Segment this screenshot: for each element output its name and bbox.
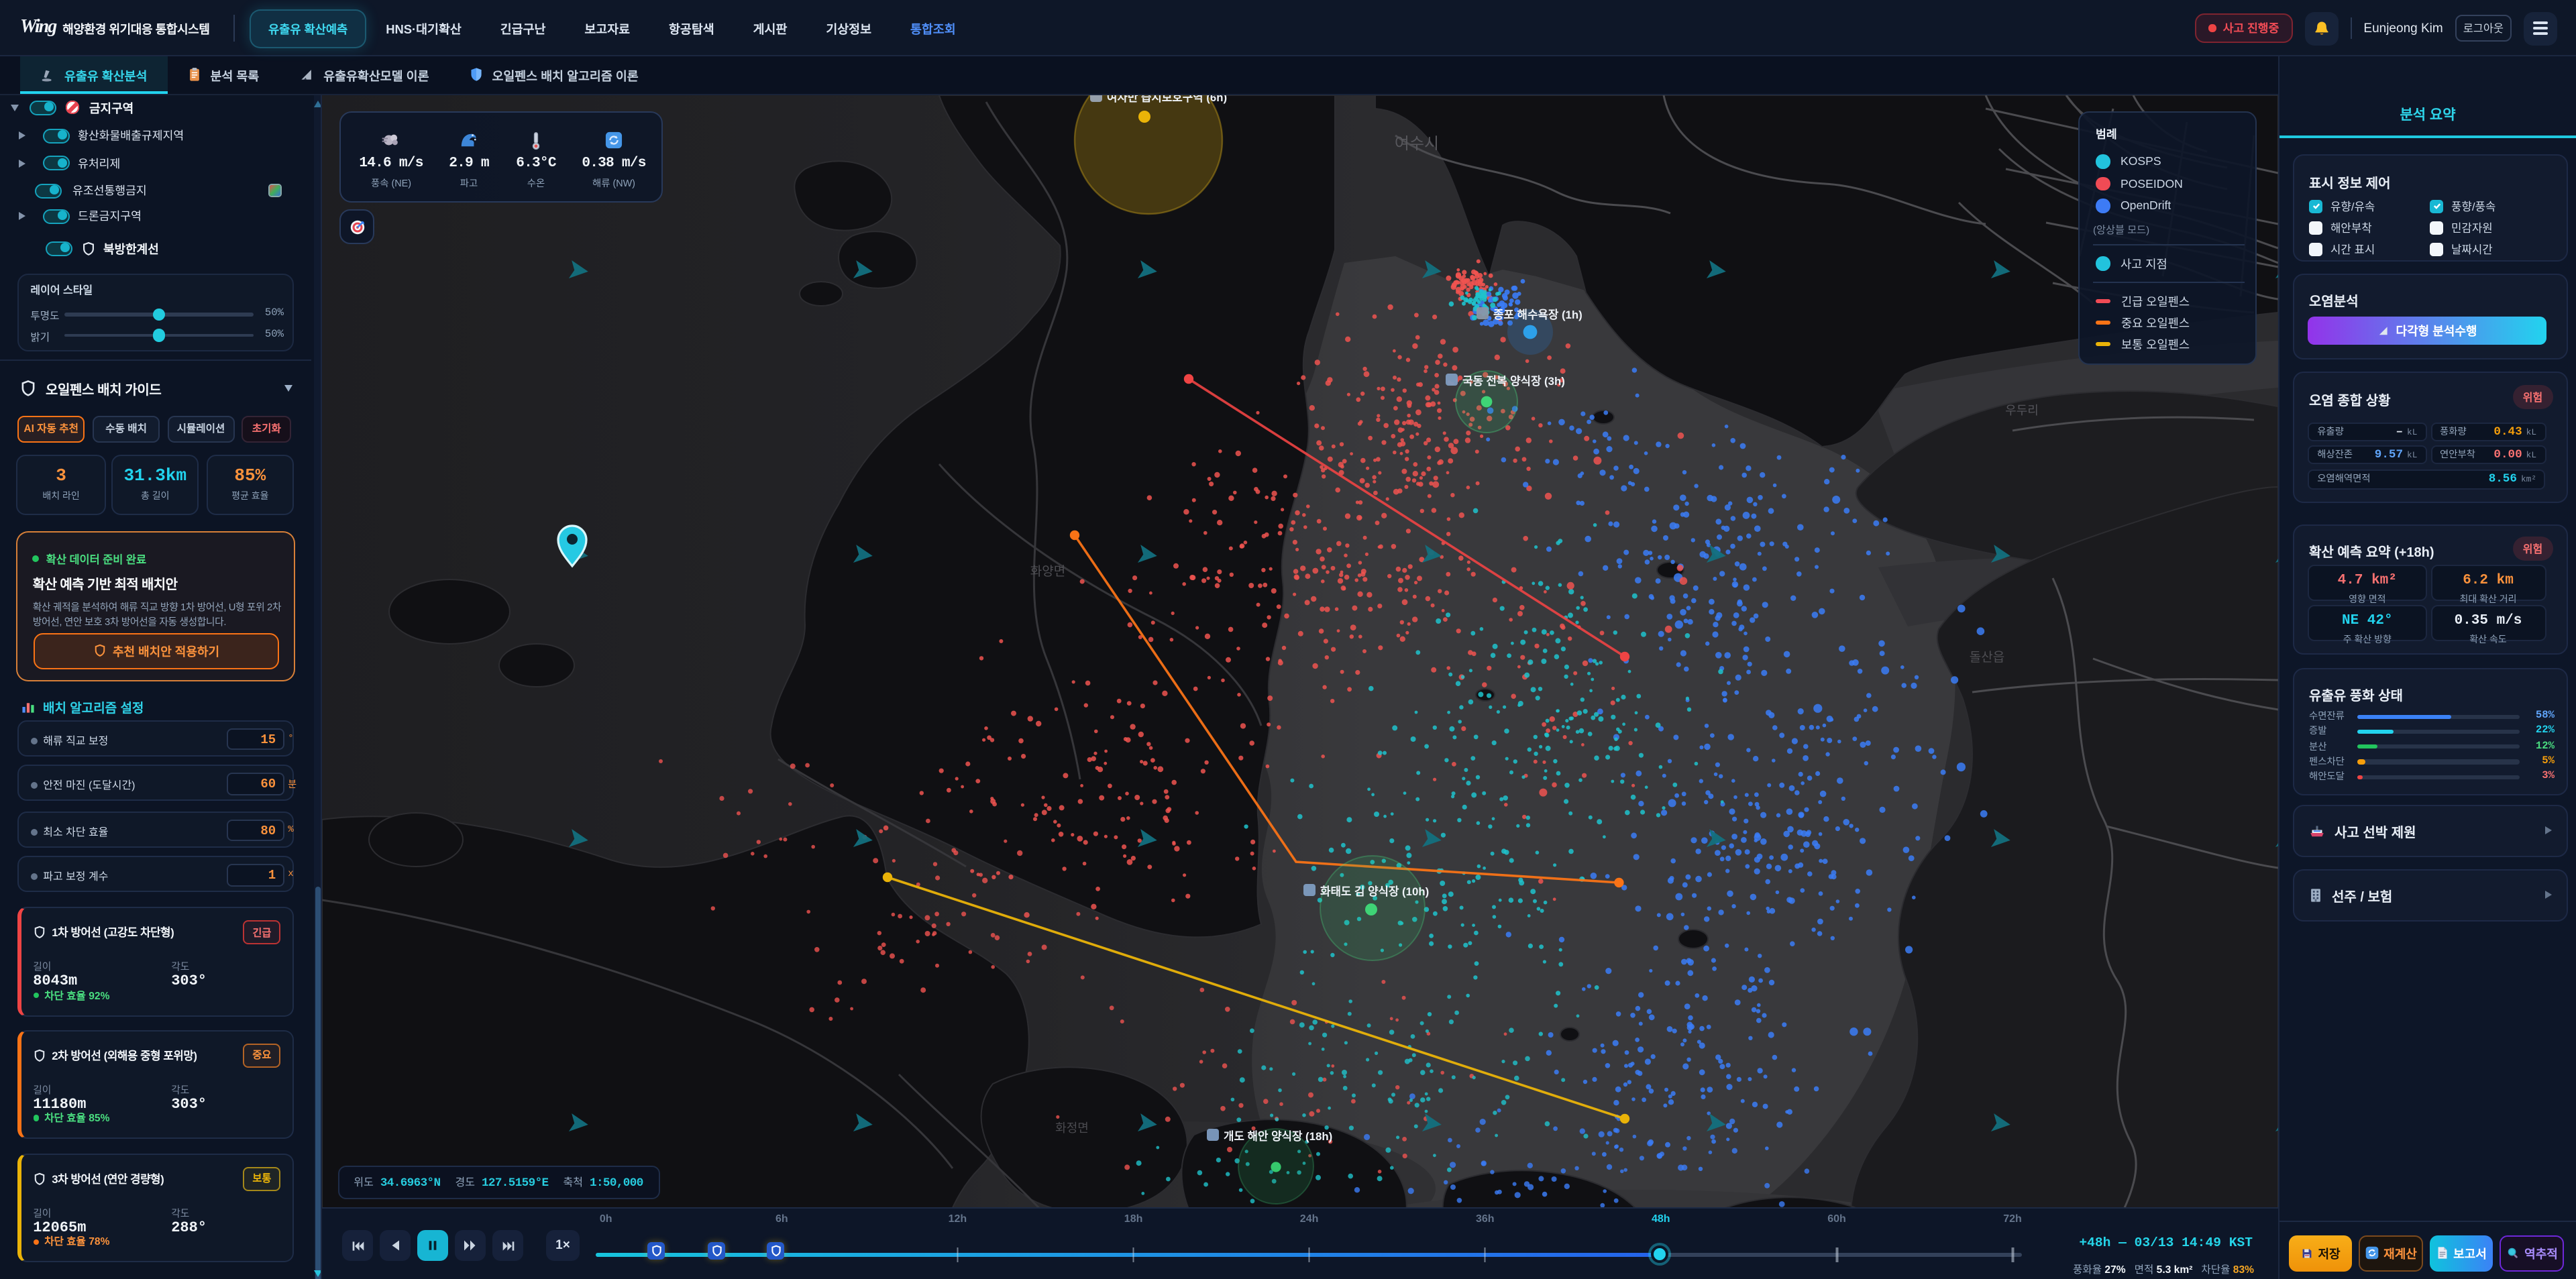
svg-text:여자만 습지보호구역 (6h): 여자만 습지보호구역 (6h) <box>1107 95 1227 103</box>
svg-text:종포 해수욕장 (1h): 종포 해수욕장 (1h) <box>1493 308 1582 321</box>
svg-text:화태도 김 양식장 (10h): 화태도 김 양식장 (10h) <box>1320 885 1429 897</box>
svg-text:우두리: 우두리 <box>2005 403 2039 416</box>
svg-text:국동 전복 양식장 (3h): 국동 전복 양식장 (3h) <box>1462 374 1565 387</box>
svg-text:화정면: 화정면 <box>1055 1121 1089 1134</box>
svg-text:돌산읍: 돌산읍 <box>1970 649 2004 664</box>
svg-text:개도 해안 양식장 (18h): 개도 해안 양식장 (18h) <box>1224 1129 1332 1142</box>
svg-text:화양면: 화양면 <box>1030 563 1065 578</box>
svg-text:여수시: 여수시 <box>1395 134 1439 152</box>
